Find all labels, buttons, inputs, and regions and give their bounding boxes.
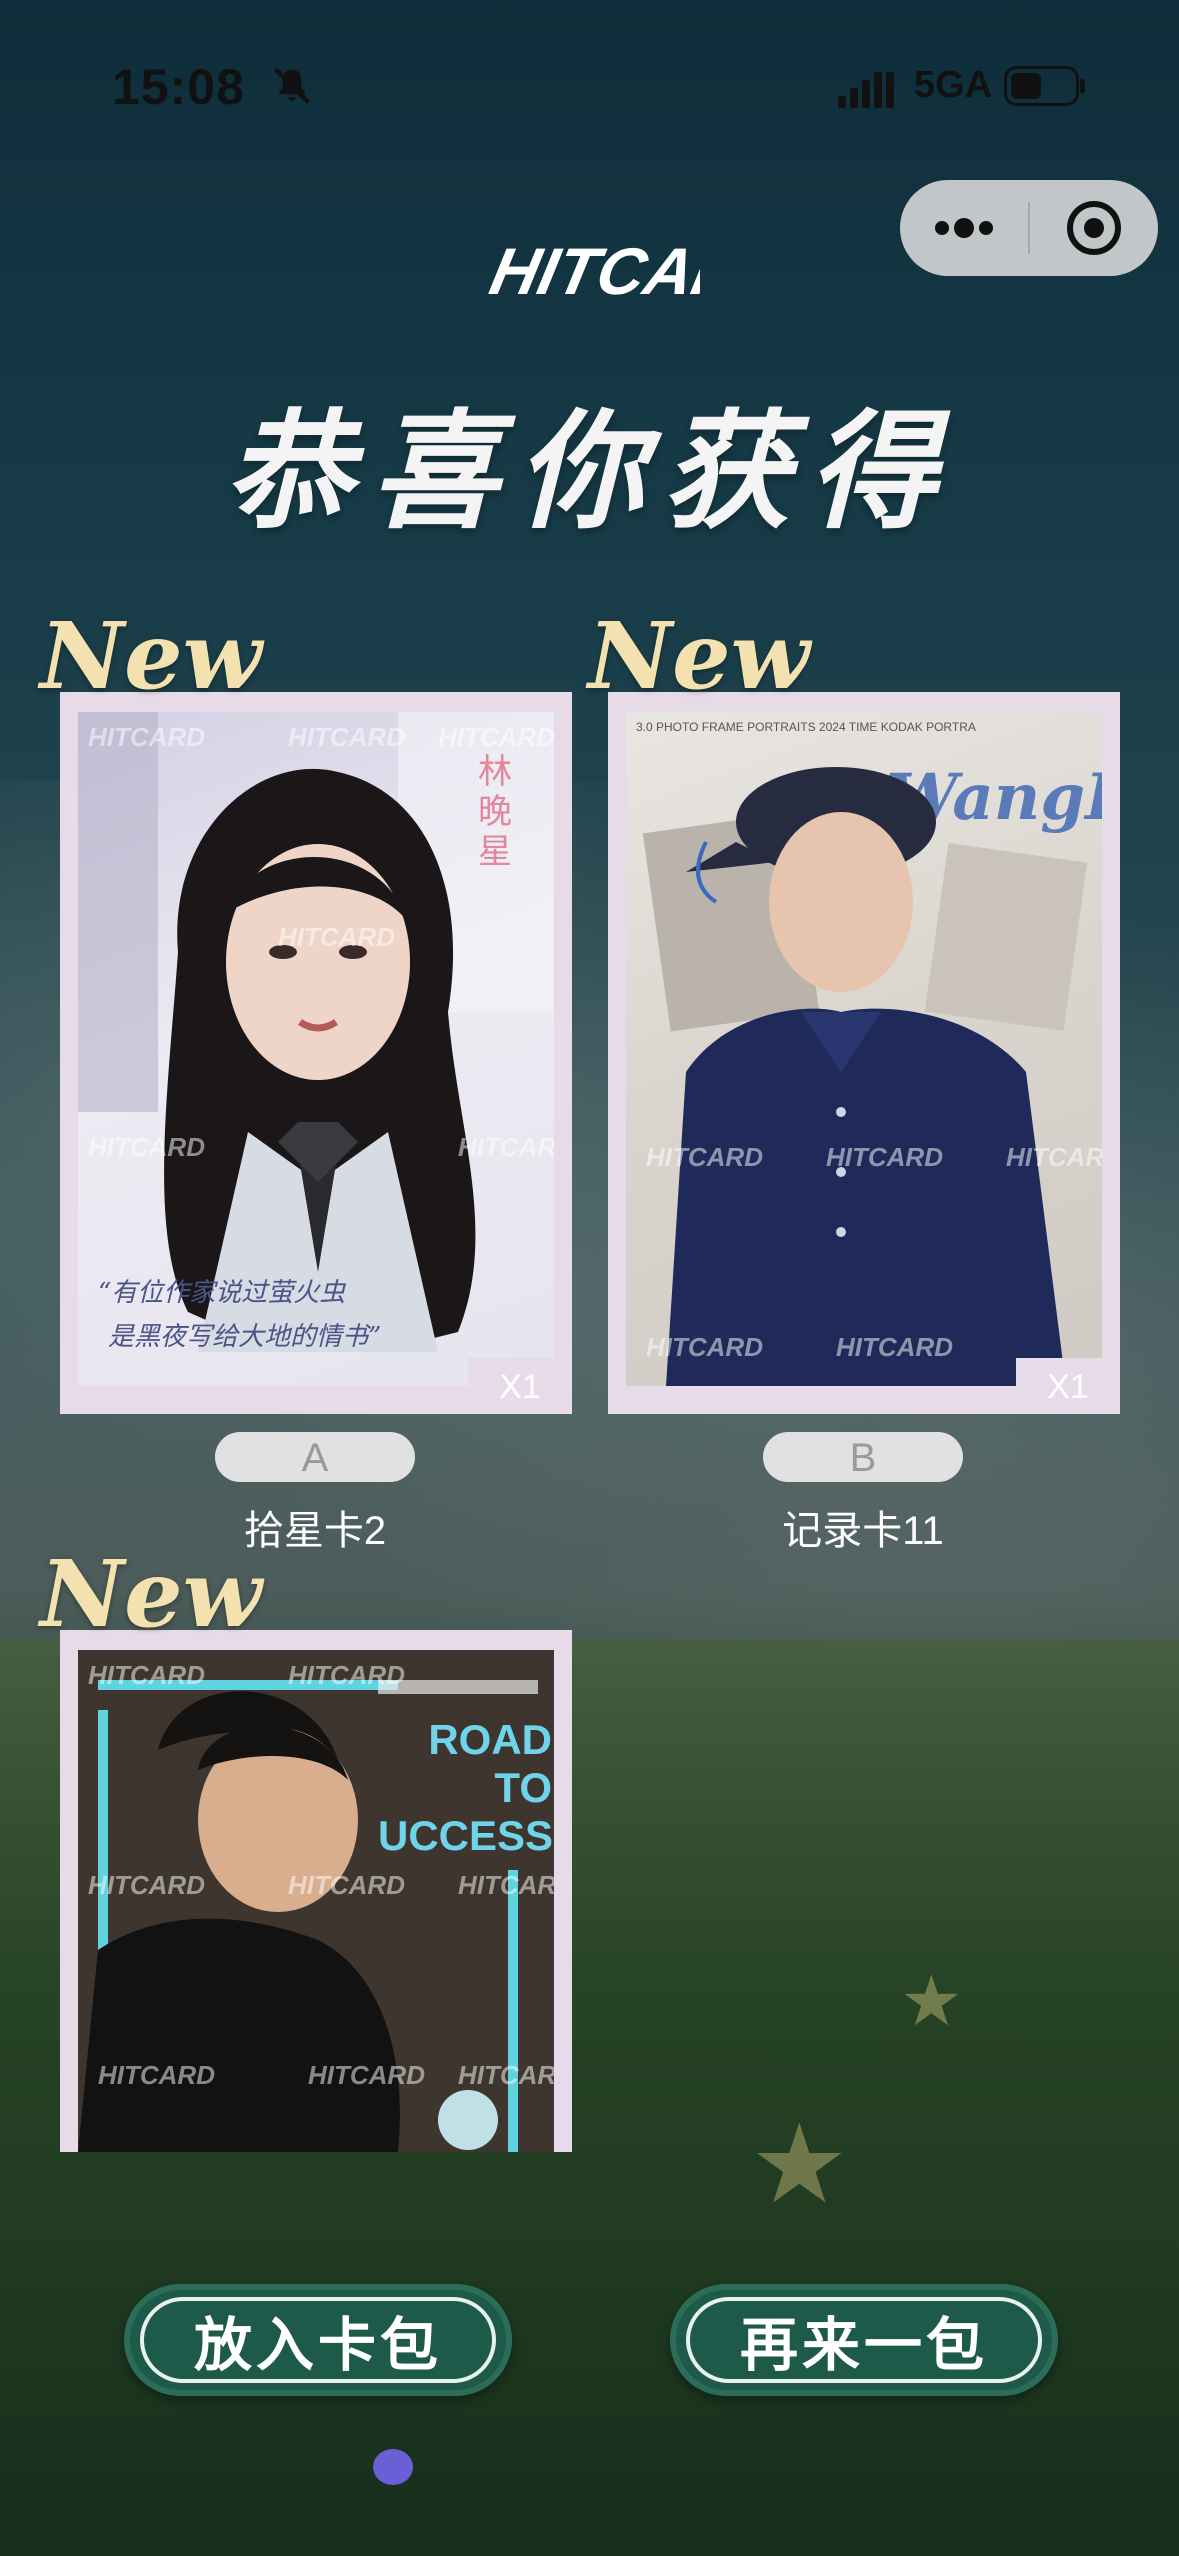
more-button[interactable] — [900, 180, 1028, 276]
watermark: HITCARD — [88, 1660, 205, 1690]
signal-icon — [838, 72, 894, 108]
card-frame[interactable]: 3.0 PHOTO FRAME PORTRAITS 2024 TIME KODA… — [608, 692, 1120, 1414]
watermark: HITCARD — [288, 722, 405, 752]
card-caption: “有位作家说过萤火虫 — [98, 1278, 346, 1308]
hitcard-logo: HITCARD — [484, 236, 700, 309]
watermark: HITCARD — [836, 1332, 953, 1362]
new-tag: New — [40, 1540, 262, 1648]
card-name: 记录卡11 — [782, 1509, 944, 1553]
open-another-pack-button[interactable]: 再来一包 — [670, 2284, 1058, 2396]
card-art-text: ROAD TO — [396, 1716, 552, 1812]
card-portrait-illustration — [642, 767, 1088, 1386]
watermark: HITCARD — [1006, 1142, 1102, 1172]
close-button[interactable] — [1030, 180, 1158, 276]
watermark: HITCARD — [88, 1870, 205, 1900]
card-item[interactable]: ROAD TO UCCESS HITCARD HITCARD HITCARD H… — [40, 1540, 572, 2212]
card-art: 林 晚 星 “有位作家说过萤火虫 是黑夜写给大地的情书” HITCARD HIT… — [78, 712, 554, 1386]
put-in-card-pack-button[interactable]: 放入卡包 — [124, 2284, 512, 2396]
card-name-char: 林 — [478, 752, 512, 792]
more-dots-icon — [935, 218, 993, 238]
quantity-badge: X1 — [468, 1358, 572, 1414]
quantity-badge: X1 — [1016, 1358, 1120, 1414]
status-time: 15:08 — [112, 59, 245, 115]
background-star-icon: ★ — [750, 2103, 849, 2226]
card-art-line: ROAD — [428, 1716, 552, 1763]
rank-pill: A — [215, 1432, 415, 1482]
bell-mute-icon — [273, 67, 311, 105]
page-title: 恭喜你获得 — [224, 397, 955, 547]
card-item[interactable]: 3.0 PHOTO FRAME PORTRAITS 2024 TIME KODA… — [588, 602, 1120, 1562]
watermark: HITCARD — [826, 1142, 943, 1172]
floating-dot[interactable] — [373, 2449, 413, 2485]
card-frame[interactable]: 林 晚 星 “有位作家说过萤火虫 是黑夜写给大地的情书” HITCARD HIT… — [60, 692, 572, 1414]
svg-text:HITCARD: HITCARD — [484, 236, 700, 309]
card-name-char: 星 — [478, 832, 512, 872]
put-in-card-pack-label: 放入卡包 — [140, 2297, 496, 2383]
miniprogram-capsule — [900, 180, 1158, 276]
target-circle-icon — [1067, 201, 1121, 255]
card-name-char: 晚 — [478, 792, 512, 832]
watermark: HITCARD — [88, 1132, 205, 1162]
card-vertical-name: 林 晚 星 — [478, 752, 518, 872]
card-art: ROAD TO UCCESS HITCARD HITCARD HITCARD H… — [78, 1650, 554, 2152]
network-type: 5GA — [914, 64, 993, 106]
watermark: HITCARD — [288, 1660, 405, 1690]
watermark: HITCARD — [98, 2060, 215, 2090]
watermark: HITCARD — [458, 2060, 554, 2090]
battery-icon — [1004, 66, 1085, 106]
watermark: HITCARD — [458, 1132, 554, 1162]
card-art-line: UCCESS — [378, 1812, 554, 1859]
watermark: HITCARD — [646, 1142, 763, 1172]
watermark: HITCARD — [278, 922, 395, 952]
watermark: HITCARD — [288, 1870, 405, 1900]
watermark: HITCARD — [308, 2060, 425, 2090]
background-star-icon: ★ — [900, 1962, 963, 2040]
card-art-line: TO — [494, 1764, 552, 1811]
open-another-pack-label: 再来一包 — [686, 2297, 1042, 2383]
rank-pill: B — [763, 1432, 963, 1482]
watermark: HITCARD — [458, 1870, 554, 1900]
new-tag: New — [40, 602, 262, 710]
card-art: 3.0 PHOTO FRAME PORTRAITS 2024 TIME KODA… — [626, 712, 1102, 1386]
status-bar: 15:08 5GA — [0, 0, 1179, 170]
watermark: HITCARD — [646, 1332, 763, 1362]
card-item[interactable]: 林 晚 星 “有位作家说过萤火虫 是黑夜写给大地的情书” HITCARD HIT… — [40, 602, 572, 1562]
new-tag: New — [588, 602, 810, 710]
card-frame[interactable]: ROAD TO UCCESS HITCARD HITCARD HITCARD H… — [60, 1630, 572, 2152]
watermark: HITCARD — [438, 722, 554, 752]
card-caption: 是黑夜写给大地的情书” — [108, 1322, 382, 1352]
watermark: HITCARD — [88, 722, 205, 752]
